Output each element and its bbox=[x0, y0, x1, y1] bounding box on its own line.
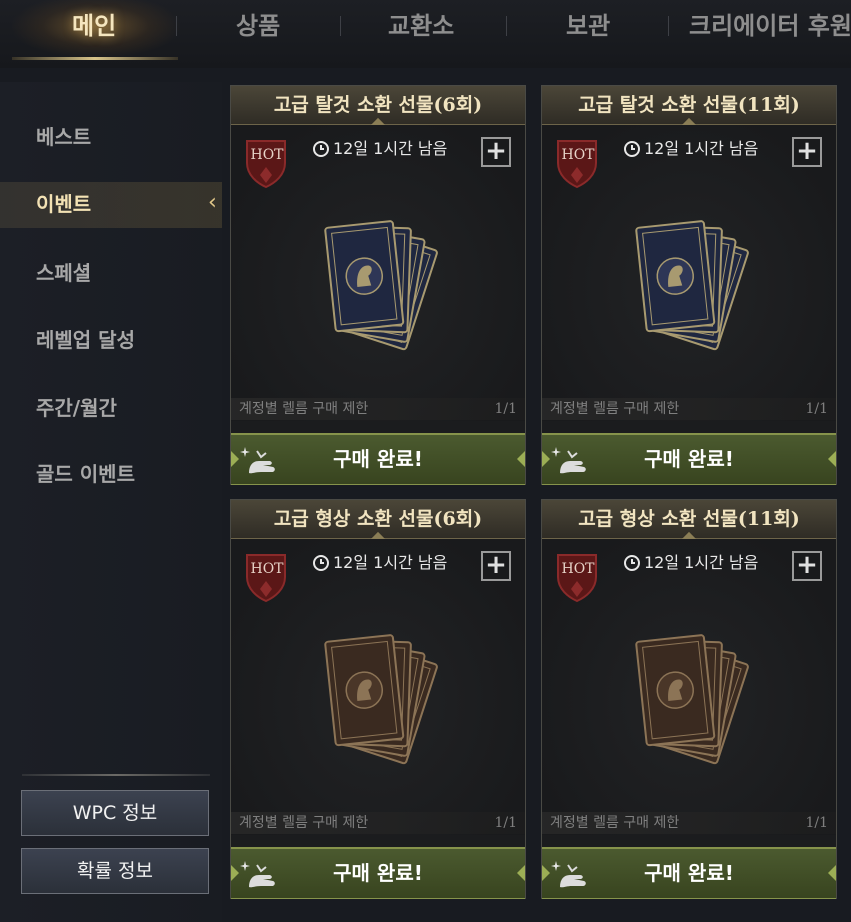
tab-divider bbox=[340, 16, 341, 36]
timer-text: 12일 1시간 남음 bbox=[333, 553, 448, 572]
purchase-limit-label: 계정별 렐름 구매 제한 bbox=[239, 401, 369, 417]
timer-text: 12일 1시간 남음 bbox=[644, 139, 759, 158]
expand-plus-icon[interactable]: + bbox=[792, 137, 822, 167]
purchase-limit-count: 1/1 bbox=[805, 401, 828, 417]
purchase-limit-count: 1/1 bbox=[494, 401, 517, 417]
tab-exchange[interactable]: 교환소 bbox=[388, 0, 454, 56]
purchase-complete-button[interactable]: 구매 완료! bbox=[231, 433, 525, 485]
hot-badge-label: HOT bbox=[250, 561, 284, 577]
tab-storage[interactable]: 보관 bbox=[566, 0, 610, 56]
product-card: 고급 탈것 소환 선물(11회) HOT 12일 1시간 남음 + 계정별 렐름… bbox=[541, 85, 837, 485]
top-tab-bar: 메인 상품 교환소 보관 크리에이터 후원 bbox=[0, 0, 851, 68]
purchase-complete-button[interactable]: 구매 완료! bbox=[231, 847, 525, 899]
summon-cards-image bbox=[635, 634, 749, 765]
sidebar-item-best[interactable]: 베스트 bbox=[36, 121, 91, 150]
hand-sparkle-icon bbox=[551, 861, 586, 888]
purchase-limit-label: 계정별 렐름 구매 제한 bbox=[239, 815, 369, 831]
timer: 12일 1시간 남음 bbox=[313, 549, 447, 573]
hot-badge-label: HOT bbox=[561, 561, 595, 577]
hot-badge-label: HOT bbox=[561, 147, 595, 163]
summon-cards-image bbox=[324, 220, 438, 351]
sidebar-item-special[interactable]: 스페셜 bbox=[36, 257, 91, 286]
product-card: 고급 형상 소환 선물(6회) HOT 12일 1시간 남음 + 계정별 렐름 … bbox=[230, 499, 526, 899]
probability-info-button[interactable]: 확률 정보 bbox=[21, 848, 209, 894]
active-tab-underline bbox=[12, 57, 178, 60]
hot-badge-shield-icon bbox=[557, 554, 597, 603]
purchase-button-label: 구매 완료! bbox=[644, 861, 734, 885]
expand-plus-icon[interactable]: + bbox=[792, 551, 822, 581]
product-card: 고급 탈것 소환 선물(6회) HOT 12일 1시간 남음 + 계정별 렐름 … bbox=[230, 85, 526, 485]
purchase-complete-button[interactable]: 구매 완료! bbox=[542, 433, 836, 485]
purchase-limit-row: 계정별 렐름 구매 제한 1/1 bbox=[231, 812, 525, 834]
hot-badge-label: HOT bbox=[250, 147, 284, 163]
hand-sparkle-icon bbox=[240, 447, 275, 474]
purchase-limit-row: 계정별 렐름 구매 제한 1/1 bbox=[542, 812, 836, 834]
sidebar-item-levelup[interactable]: 레벨업 달성 bbox=[36, 324, 135, 353]
purchase-limit-count: 1/1 bbox=[805, 815, 828, 831]
purchase-button-label: 구매 완료! bbox=[644, 447, 734, 471]
tab-products[interactable]: 상품 bbox=[236, 0, 280, 56]
clock-icon bbox=[313, 555, 329, 571]
hot-badge-shield-icon bbox=[246, 140, 286, 189]
product-image-area[interactable]: HOT 12일 1시간 남음 + bbox=[231, 539, 525, 835]
expand-plus-icon[interactable]: + bbox=[481, 551, 511, 581]
hand-sparkle-icon bbox=[551, 447, 586, 474]
purchase-limit-label: 계정별 렐름 구매 제한 bbox=[550, 401, 680, 417]
timer: 12일 1시간 남음 bbox=[313, 135, 447, 159]
product-image-area[interactable]: HOT 12일 1시간 남음 + bbox=[542, 539, 836, 835]
purchase-button-label: 구매 완료! bbox=[333, 861, 423, 885]
sidebar-active-highlight bbox=[0, 182, 222, 228]
wpc-info-button[interactable]: WPC 정보 bbox=[21, 790, 209, 836]
product-image-area[interactable]: HOT 12일 1시간 남음 + bbox=[542, 125, 836, 421]
timer: 12일 1시간 남음 bbox=[624, 135, 758, 159]
sidebar-item-gold-event[interactable]: 골드 이벤트 bbox=[36, 458, 135, 487]
product-image-area[interactable]: HOT 12일 1시간 남음 + bbox=[231, 125, 525, 421]
purchase-limit-label: 계정별 렐름 구매 제한 bbox=[550, 815, 680, 831]
chevron-left-icon: ‹ bbox=[208, 190, 217, 215]
tab-divider bbox=[668, 16, 669, 36]
clock-icon bbox=[624, 141, 640, 157]
tab-creator-support[interactable]: 크리에이터 후원 bbox=[689, 0, 851, 56]
product-card: 고급 형상 소환 선물(11회) HOT 12일 1시간 남음 + 계정별 렐름… bbox=[541, 499, 837, 899]
sidebar-divider bbox=[22, 774, 210, 776]
summon-cards-image bbox=[324, 634, 438, 765]
purchase-button-label: 구매 완료! bbox=[333, 447, 423, 471]
timer-text: 12일 1시간 남음 bbox=[644, 553, 759, 572]
expand-plus-icon[interactable]: + bbox=[481, 137, 511, 167]
clock-icon bbox=[313, 141, 329, 157]
purchase-limit-row: 계정별 렐름 구매 제한 1/1 bbox=[542, 398, 836, 420]
hot-badge-shield-icon bbox=[246, 554, 286, 603]
sidebar-item-weekly-monthly[interactable]: 주간/월간 bbox=[36, 392, 117, 421]
purchase-complete-button[interactable]: 구매 완료! bbox=[542, 847, 836, 899]
purchase-limit-row: 계정별 렐름 구매 제한 1/1 bbox=[231, 398, 525, 420]
purchase-limit-count: 1/1 bbox=[494, 815, 517, 831]
hot-badge-shield-icon bbox=[557, 140, 597, 189]
tab-divider bbox=[176, 16, 177, 36]
summon-cards-image bbox=[635, 220, 749, 351]
sidebar-item-event[interactable]: 이벤트 bbox=[36, 188, 91, 217]
timer-text: 12일 1시간 남음 bbox=[333, 139, 448, 158]
timer: 12일 1시간 남음 bbox=[624, 549, 758, 573]
clock-icon bbox=[624, 555, 640, 571]
tab-divider bbox=[506, 16, 507, 36]
hand-sparkle-icon bbox=[240, 861, 275, 888]
tab-main[interactable]: 메인 bbox=[72, 0, 116, 56]
